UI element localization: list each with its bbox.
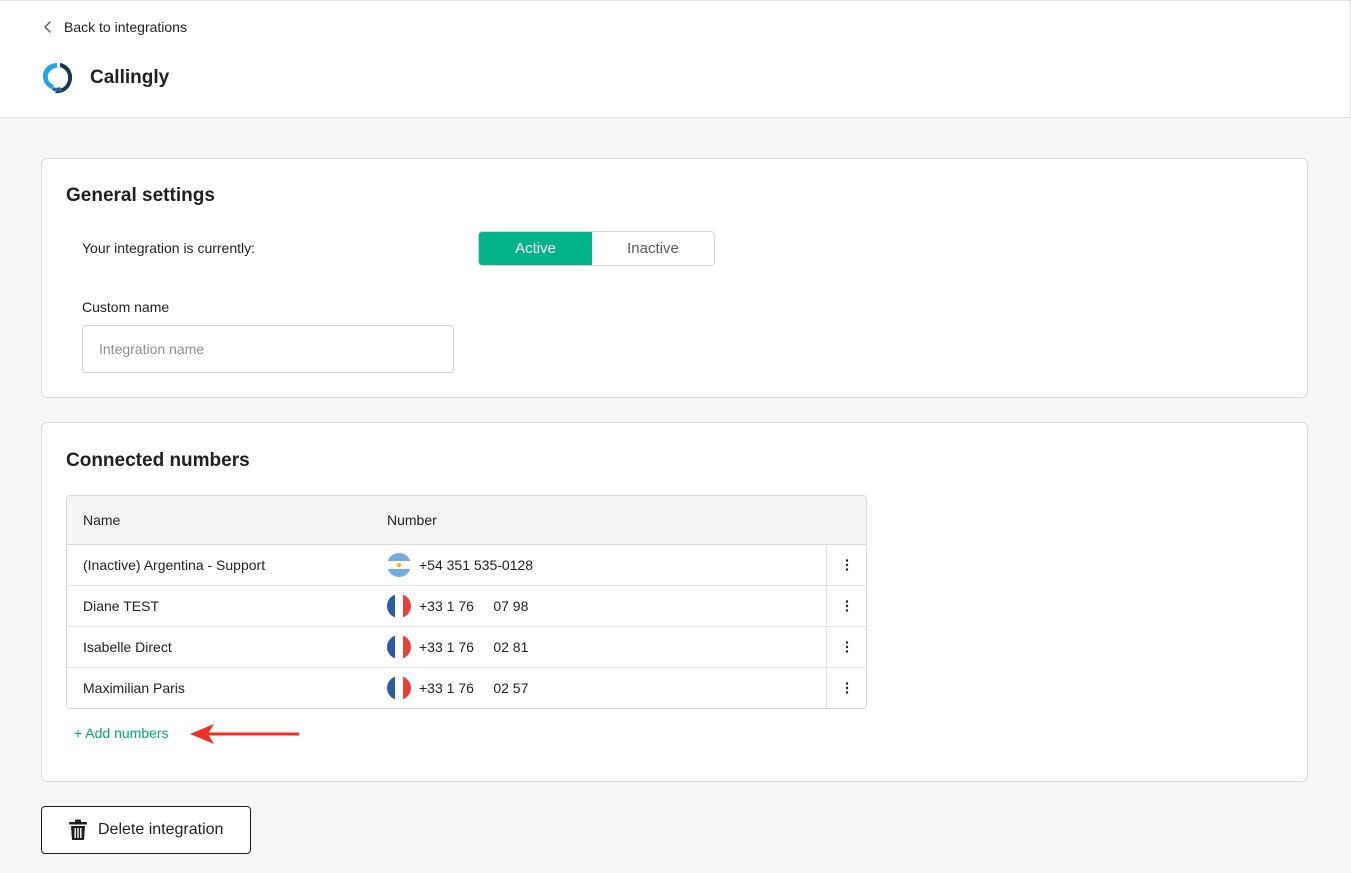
row-number: +33 1 76 07 98 <box>387 594 528 618</box>
top-bar: Back to integrations Callingly <box>0 0 1351 118</box>
row-name: Diane TEST <box>83 598 159 614</box>
callingly-logo-icon <box>42 63 73 94</box>
argentina-flag-icon <box>387 553 411 577</box>
more-vertical-icon <box>845 641 849 653</box>
more-vertical-icon <box>845 682 849 694</box>
row-number-text: +54 351 535-0128 <box>419 557 534 573</box>
row-number-text: +33 1 76 07 98 <box>419 598 529 614</box>
row-number: +33 1 76 02 57 <box>387 676 528 700</box>
row-menu-button[interactable] <box>826 668 866 708</box>
more-vertical-icon <box>845 600 849 612</box>
status-inactive-button[interactable]: Inactive <box>592 232 714 265</box>
column-header-name: Name <box>83 512 121 528</box>
row-menu-button[interactable] <box>826 627 866 667</box>
row-name: Isabelle Direct <box>83 639 172 655</box>
row-menu-button[interactable] <box>826 586 866 626</box>
delete-integration-button[interactable]: Delete integration <box>41 806 251 854</box>
annotation-arrow-icon <box>190 724 299 744</box>
connected-numbers-card: Connected numbers Name Number (Inactive)… <box>41 422 1308 782</box>
row-name: (Inactive) Argentina - Support <box>83 557 266 573</box>
general-settings-title: General settings <box>66 185 215 206</box>
table-row: Isabelle Direct +33 1 76 02 81 <box>67 627 866 668</box>
table-header: Name Number <box>67 496 866 545</box>
back-link-label: Back to integrations <box>64 19 187 35</box>
row-menu-button[interactable] <box>826 545 866 585</box>
trash-icon <box>69 819 87 840</box>
status-active-button[interactable]: Active <box>479 232 592 265</box>
row-number-text: +33 1 76 02 57 <box>419 680 529 696</box>
numbers-table: Name Number (Inactive) Argentina - Suppo… <box>66 495 867 709</box>
france-flag-icon <box>387 676 411 700</box>
row-number: +54 351 535-0128 <box>387 553 533 577</box>
chevron-left-icon <box>44 21 51 33</box>
table-row: Maximilian Paris +33 1 76 02 57 <box>67 668 866 708</box>
general-settings-card: General settings Your integration is cur… <box>41 158 1308 398</box>
app-title: Callingly <box>90 67 170 88</box>
status-label: Your integration is currently: <box>82 240 256 256</box>
add-numbers-link[interactable]: + Add numbers <box>74 725 169 741</box>
row-number: +33 1 76 02 81 <box>387 635 528 659</box>
back-to-integrations-link[interactable]: Back to integrations <box>42 17 187 37</box>
table-row: (Inactive) Argentina - Support +54 351 5… <box>67 545 866 586</box>
status-toggle: Active Inactive <box>478 231 715 266</box>
france-flag-icon <box>387 635 411 659</box>
france-flag-icon <box>387 594 411 618</box>
more-vertical-icon <box>845 559 849 571</box>
row-name: Maximilian Paris <box>83 680 185 696</box>
connected-numbers-title: Connected numbers <box>66 450 250 471</box>
column-header-number: Number <box>387 512 437 528</box>
row-number-text: +33 1 76 02 81 <box>419 639 529 655</box>
table-row: Diane TEST +33 1 76 07 98 <box>67 586 866 627</box>
app-header: Callingly <box>40 61 169 95</box>
custom-name-input[interactable] <box>82 325 454 373</box>
custom-name-label: Custom name <box>82 299 170 315</box>
delete-integration-label: Delete integration <box>98 821 224 838</box>
